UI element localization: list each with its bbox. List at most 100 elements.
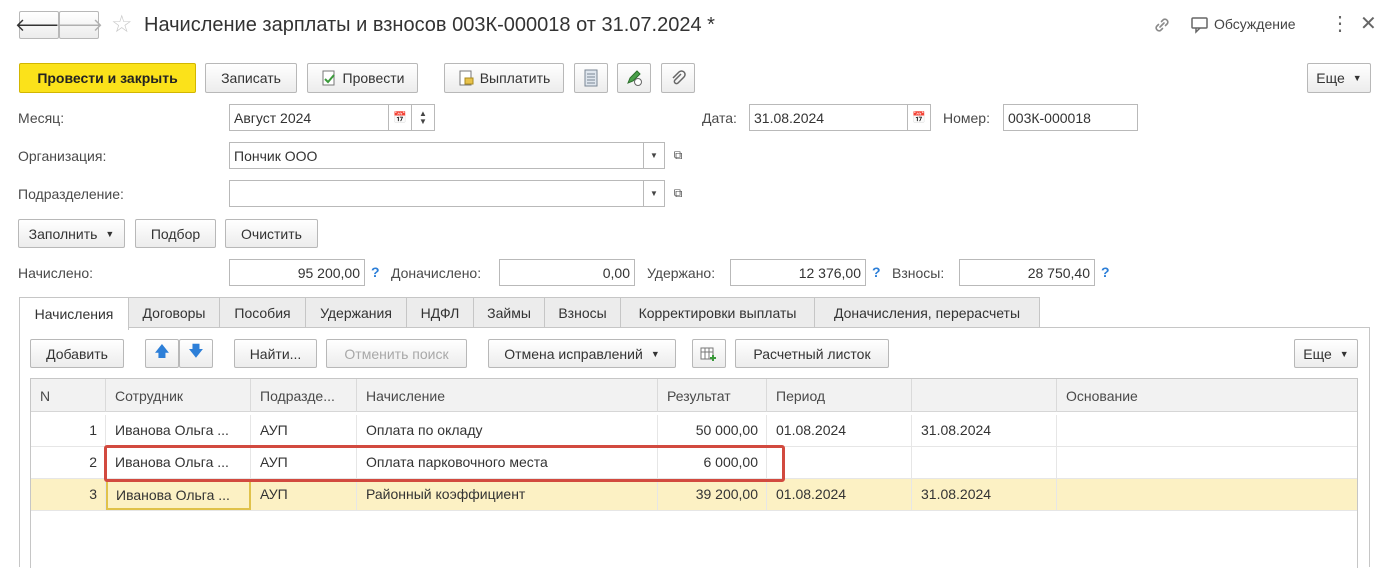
attach-files-button[interactable] — [661, 63, 695, 93]
table-row[interactable]: 1 Иванова Ольга ... АУП Оплата по окладу… — [31, 415, 1357, 447]
date-calendar-button[interactable]: 📅 — [907, 104, 931, 131]
accrued-help-icon[interactable]: ? — [371, 264, 380, 280]
department-label: Подразделение: — [18, 186, 124, 202]
pay-button[interactable]: Выплатить — [444, 63, 564, 93]
tab-ndfl[interactable]: НДФЛ — [406, 297, 474, 328]
col-accrual[interactable]: Начисление — [357, 379, 658, 412]
tab-loans[interactable]: Займы — [473, 297, 545, 328]
stepper-down-icon[interactable]: ▼ — [419, 117, 427, 126]
calendar-icon: 📅 — [912, 112, 926, 124]
month-calendar-button[interactable]: 📅 — [388, 104, 412, 131]
menu-dots-icon[interactable]: ⋮ — [1330, 12, 1350, 36]
number-field[interactable]: 003К-000018 — [1003, 104, 1138, 131]
row-basis[interactable] — [1057, 415, 1357, 446]
row-basis[interactable] — [1057, 479, 1357, 510]
row-number: 2 — [31, 447, 106, 478]
row-employee[interactable]: Иванова Ольга ... — [106, 415, 251, 446]
col-employee[interactable]: Сотрудник — [106, 379, 251, 412]
discussion-icon[interactable] — [1190, 15, 1210, 35]
link-icon[interactable] — [1151, 14, 1173, 36]
add-row-button[interactable]: Добавить — [30, 339, 124, 368]
row-period-from[interactable]: 01.08.2024 — [767, 415, 912, 446]
tab-deductions[interactable]: Удержания — [305, 297, 407, 328]
row-result[interactable]: 50 000,00 — [658, 415, 767, 446]
row-period-to[interactable]: 31.08.2024 — [912, 415, 1057, 446]
more-button[interactable]: Еще ▼ — [1307, 63, 1371, 93]
row-department[interactable]: АУП — [251, 479, 357, 510]
col-department[interactable]: Подразде... — [251, 379, 357, 412]
organization-open-button[interactable]: ⧉ — [667, 142, 689, 169]
row-number: 3 — [31, 479, 106, 510]
month-stepper[interactable]: ▲ ▼ — [411, 104, 435, 131]
accrued-label: Начислено: — [18, 265, 94, 281]
save-button[interactable]: Записать — [205, 63, 297, 93]
row-period-to[interactable]: 31.08.2024 — [912, 479, 1057, 510]
department-field[interactable] — [229, 180, 644, 207]
highlight-frame — [104, 445, 785, 482]
table-settings-button[interactable] — [692, 339, 726, 368]
move-up-button[interactable]: 🡅 — [145, 339, 179, 368]
list-icon — [584, 69, 598, 87]
row-period-from[interactable] — [767, 447, 912, 478]
cancel-search-button[interactable]: Отменить поиск — [326, 339, 467, 368]
contributions-help-icon[interactable]: ? — [1101, 264, 1110, 280]
withheld-label: Удержано: — [647, 265, 716, 281]
calendar-icon: 📅 — [393, 112, 407, 124]
arrow-up-icon: 🡅 — [154, 343, 170, 360]
post-button[interactable]: Провести — [307, 63, 418, 93]
list-report-button[interactable] — [574, 63, 608, 93]
close-icon[interactable]: ✕ — [1360, 12, 1377, 36]
col-period[interactable]: Период — [767, 379, 912, 412]
department-open-button[interactable]: ⧉ — [667, 180, 689, 207]
caret-down-icon: ▼ — [1352, 73, 1362, 83]
back-button[interactable]: 🡐 — [15, 11, 63, 39]
payment-document-icon — [458, 70, 474, 86]
select-button[interactable]: Подбор — [135, 219, 216, 248]
row-department[interactable]: АУП — [251, 415, 357, 446]
col-period-end[interactable] — [912, 379, 1057, 412]
row-employee[interactable]: Иванова Ольга ... — [106, 479, 251, 510]
organization-label: Организация: — [18, 148, 107, 164]
tab-contracts[interactable]: Договоры — [128, 297, 220, 328]
tab-contributions[interactable]: Взносы — [544, 297, 621, 328]
table-add-icon — [700, 346, 718, 362]
fill-button[interactable]: Заполнить ▼ — [18, 219, 125, 248]
row-accrual[interactable]: Оплата по окладу — [357, 415, 658, 446]
star-icon[interactable]: ☆ — [111, 11, 133, 39]
table-row-selected[interactable]: 3 Иванова Ольга ... АУП Районный коэффиц… — [31, 479, 1357, 511]
table-more-button[interactable]: Еще ▼ — [1294, 339, 1358, 368]
withheld-help-icon[interactable]: ? — [872, 264, 881, 280]
move-down-button[interactable]: 🡇 — [179, 339, 213, 368]
month-field[interactable]: Август 2024 — [229, 104, 389, 131]
caret-down-icon: ▼ — [650, 189, 658, 198]
post-document-icon — [321, 70, 337, 86]
withheld-field: 12 376,00 — [730, 259, 866, 286]
tab-benefits[interactable]: Пособия — [219, 297, 306, 328]
post-and-close-button[interactable]: Провести и закрыть — [19, 63, 196, 93]
contributions-label: Взносы: — [892, 265, 945, 281]
organization-dropdown-button[interactable]: ▼ — [643, 142, 665, 169]
row-result[interactable]: 39 200,00 — [658, 479, 767, 510]
edit-attributes-button[interactable] — [617, 63, 651, 93]
payslip-button[interactable]: Расчетный листок — [735, 339, 889, 368]
find-button[interactable]: Найти... — [234, 339, 317, 368]
discussion-link[interactable]: Обсуждение — [1214, 16, 1296, 32]
organization-field[interactable]: Пончик ООО — [229, 142, 644, 169]
col-n[interactable]: N — [31, 379, 106, 412]
row-accrual[interactable]: Районный коэффициент — [357, 479, 658, 510]
tab-recalculations[interactable]: Доначисления, перерасчеты — [814, 297, 1040, 328]
row-period-to[interactable] — [912, 447, 1057, 478]
date-field[interactable]: 31.08.2024 — [749, 104, 909, 131]
month-label: Месяц: — [18, 110, 65, 126]
department-dropdown-button[interactable]: ▼ — [643, 180, 665, 207]
tab-accruals[interactable]: Начисления — [19, 297, 129, 330]
row-period-from[interactable]: 01.08.2024 — [767, 479, 912, 510]
clear-button[interactable]: Очистить — [225, 219, 318, 248]
additional-label: Доначислено: — [391, 265, 482, 281]
col-result[interactable]: Результат — [658, 379, 767, 412]
cancel-fixes-button[interactable]: Отмена исправлений ▼ — [488, 339, 676, 368]
col-basis[interactable]: Основание — [1057, 379, 1357, 412]
forward-button[interactable]: 🡒 — [55, 11, 103, 39]
tab-payment-adjustments[interactable]: Корректировки выплаты — [620, 297, 815, 328]
row-basis[interactable] — [1057, 447, 1357, 478]
